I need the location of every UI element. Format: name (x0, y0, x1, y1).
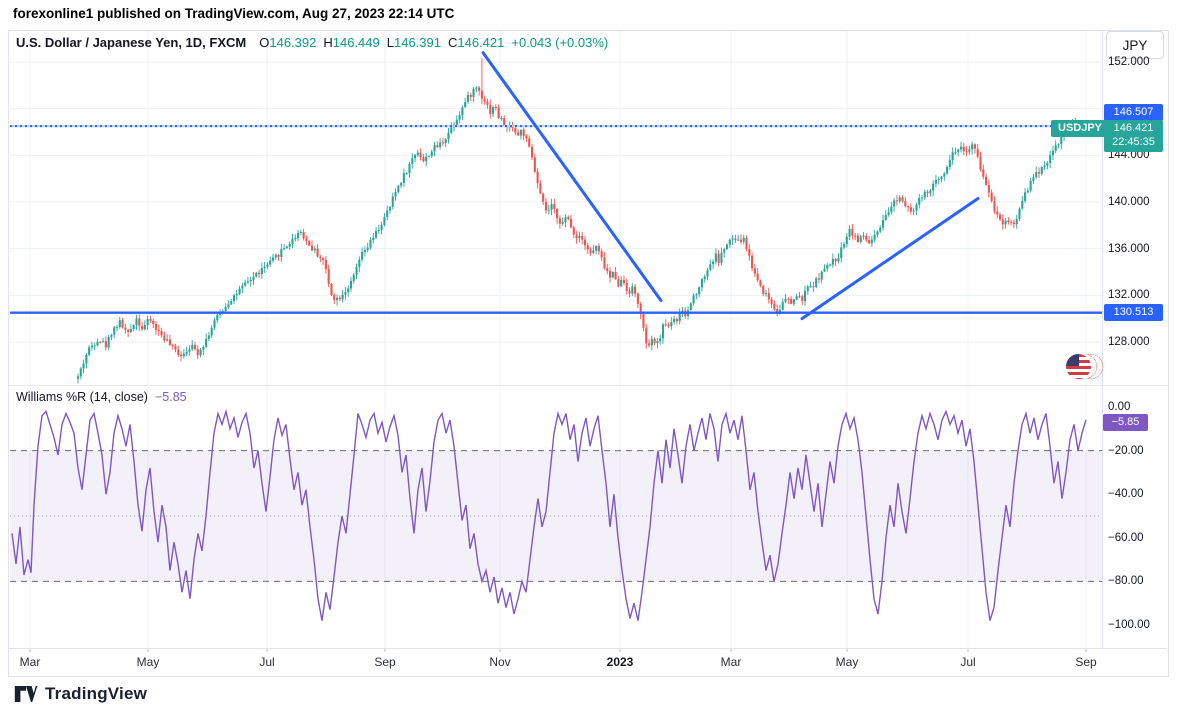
axis-tick-label: 0.00 (1108, 401, 1131, 413)
tradingview-wordmark: TradingView (45, 684, 148, 703)
axis-tick-label: −100.00 (1108, 619, 1150, 631)
ohlc-low: L146.391 (386, 35, 441, 50)
candles-layer (76, 57, 1080, 384)
downtrend-line[interactable] (481, 51, 663, 303)
indicator-legend[interactable]: Williams %R (14, close) −5.85 (16, 390, 187, 404)
axis-tick-label: −60.00 (1108, 531, 1144, 544)
tradingview-logo[interactable]: TradingView (14, 684, 147, 704)
ohlc-open: O146.392 (259, 35, 317, 50)
time-tick-label: May (835, 655, 859, 669)
axis-tick-label: −40.00 (1108, 488, 1144, 501)
axis-tick-label: −20.00 (1108, 444, 1144, 457)
indicator-name: Williams %R (14, close) (16, 390, 148, 404)
axis-tick-label: 152.000 (1108, 56, 1150, 68)
ohlc-close: C146.421 (447, 35, 505, 50)
time-tick-label: May (136, 655, 160, 669)
symbol-title[interactable]: U.S. Dollar / Japanese Yen, 1D, FXCM (16, 35, 246, 50)
tradingview-glyph-icon (14, 686, 38, 702)
time-tick-label: Sep (374, 655, 396, 669)
time-tick-label: Jul (259, 655, 275, 669)
time-tick-label: Sep (1075, 655, 1097, 669)
time-tick-label: Nov (489, 655, 511, 669)
tradingview-published-chart: forexonline1 published on TradingView.co… (0, 0, 1177, 713)
symbol-header: U.S. Dollar / Japanese Yen, 1D, FXCM O14… (16, 35, 608, 50)
time-axis-border (9, 648, 1167, 649)
currency-pair-flags-icon (1066, 353, 1106, 381)
ohlc-high: H146.449 (323, 35, 380, 50)
uptrend-line[interactable] (800, 197, 980, 321)
time-tick-label: Mar (720, 655, 742, 669)
time-tick-label: Jul (960, 655, 976, 669)
axis-tick-label: 132.000 (1108, 289, 1150, 302)
symbol-price-flag: USDJPY (1051, 120, 1110, 137)
pane-divider[interactable] (9, 385, 1167, 386)
axis-tick-label: 136.000 (1108, 242, 1150, 255)
time-tick-label: 2023 (606, 655, 634, 669)
axis-tick-label: −80.00 (1108, 575, 1144, 588)
indicator-value: −5.85 (154, 390, 187, 404)
williams-r-value-label: −5.85 (1103, 414, 1148, 431)
price-change: +0.043 (+0.03%) (511, 35, 609, 50)
bar-countdown: 22:45:35 (1112, 136, 1155, 148)
axis-tick-label: 128.000 (1108, 336, 1150, 348)
axis-tick-label: 140.000 (1108, 196, 1150, 208)
support-price-label: 130.513 (1104, 304, 1163, 321)
last-price-label: 146.421 22:45:35 (1104, 120, 1163, 152)
publisher-attribution: forexonline1 published on TradingView.co… (13, 6, 455, 21)
last-price-value: 146.421 (1113, 122, 1154, 134)
us-flag-icon (1066, 354, 1091, 379)
time-tick-label: Mar (19, 655, 41, 669)
resistance-price-label: 146.507 (1104, 104, 1163, 121)
williams-band-layer (10, 450, 1102, 582)
chart-canvas[interactable] (0, 0, 1177, 713)
